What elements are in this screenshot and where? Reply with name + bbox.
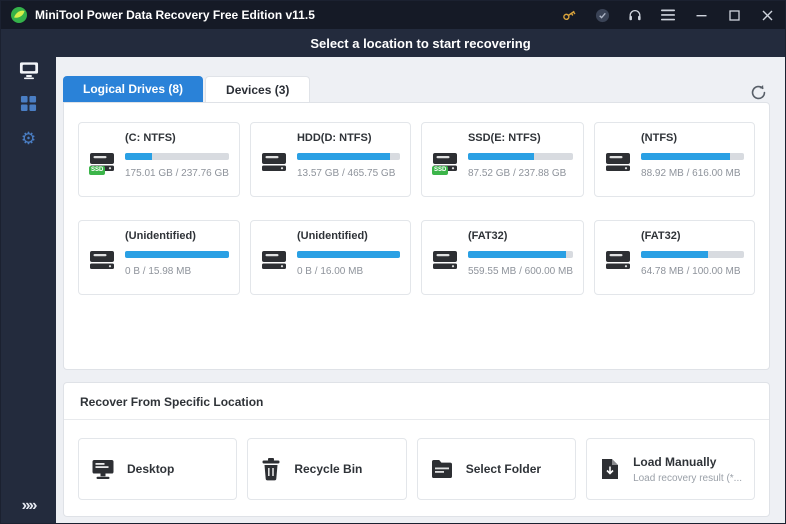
select-folder-card[interactable]: Select Folder — [416, 438, 577, 500]
capacity-bar — [467, 153, 574, 160]
recycle-bin-card[interactable]: Recycle Bin — [247, 438, 407, 500]
specific-location-cards: Desktop Recycle Bin Select Folder Load M… — [64, 420, 769, 516]
drive-card-fat32-1[interactable]: (FAT32) 559.55 MB / 600.00 MB — [420, 220, 585, 295]
specific-location-panel: Recover From Specific Location Desktop R… — [63, 382, 770, 517]
headset-support-icon[interactable] — [626, 6, 644, 24]
drive-size: 87.52 GB / 237.88 GB — [467, 168, 567, 179]
ssd-drive-icon: SSD — [431, 151, 468, 179]
titlebar-actions — [560, 6, 776, 24]
capacity-bar-fill — [125, 153, 153, 160]
drive-card-fat32-2[interactable]: (FAT32) 64.78 MB / 100.00 MB — [594, 220, 755, 295]
sidebar-item-data-recovery[interactable] — [14, 59, 44, 86]
pc-recovery-icon — [19, 61, 39, 85]
sidebar-item-modules[interactable] — [14, 92, 44, 119]
drive-card-c[interactable]: (C: NTFS) SSD 175.01 GB / 237.76 GB — [78, 122, 240, 197]
drive-name: (C: NTFS) — [125, 132, 176, 144]
drive-name: (NTFS) — [641, 132, 678, 144]
ssd-badge: SSD — [89, 166, 106, 176]
capacity-bar — [641, 251, 744, 258]
app-logo-icon — [10, 6, 28, 24]
drive-size: 64.78 MB / 100.00 MB — [641, 266, 741, 277]
load-manually-subtext: Load recovery result (*... — [633, 472, 742, 484]
sidebar-expand-button[interactable]: »» — [22, 497, 38, 515]
capacity-bar — [641, 153, 744, 160]
capacity-bar-fill — [467, 153, 535, 160]
tab-devices[interactable]: Devices (3) — [205, 76, 311, 102]
close-button[interactable] — [758, 6, 776, 24]
drive-size: 175.01 GB / 237.76 GB — [125, 168, 229, 179]
recycle-bin-label: Recycle Bin — [294, 462, 363, 476]
capacity-bar — [296, 251, 400, 258]
page-title: Select a location to start recovering — [310, 35, 531, 51]
load-manually-label: Load Manually — [633, 454, 717, 469]
capacity-bar — [467, 251, 574, 258]
desktop-icon — [91, 458, 115, 481]
drive-name: (Unidentified) — [125, 230, 196, 242]
capacity-bar-fill — [467, 251, 566, 258]
drive-name: SSD(E: NTFS) — [467, 132, 541, 144]
drive-size: 559.55 MB / 600.00 MB — [467, 266, 574, 277]
drive-name: (FAT32) — [641, 230, 681, 242]
main-content: Logical Drives (8) Devices (3) (C: NTFS)… — [56, 57, 785, 523]
titlebar: MiniTool Power Data Recovery Free Editio… — [1, 1, 785, 29]
tab-logical-drives[interactable]: Logical Drives (8) — [63, 76, 204, 102]
load-manually-text: Load Manually Load recovery result (*... — [633, 455, 742, 484]
gear-icon: ⚙ — [20, 129, 37, 148]
hdd-icon — [261, 151, 297, 179]
sidebar: ⚙ »» — [1, 29, 56, 523]
hdd-icon — [89, 249, 125, 277]
hdd-icon — [432, 249, 468, 277]
sidebar-item-settings[interactable]: ⚙ — [14, 125, 44, 152]
drive-name: (Unidentified) — [296, 230, 368, 242]
license-key-icon[interactable] — [556, 2, 581, 27]
hdd-icon — [605, 151, 641, 179]
drive-card-ntfs[interactable]: (NTFS) 88.92 MB / 616.00 MB — [594, 122, 755, 197]
drive-name: (FAT32) — [467, 230, 508, 242]
modules-grid-icon — [20, 95, 37, 117]
window-title: MiniTool Power Data Recovery Free Editio… — [35, 8, 315, 22]
drive-size: 88.92 MB / 616.00 MB — [641, 168, 741, 179]
drive-size: 0 B / 15.98 MB — [125, 266, 192, 277]
ssd-badge: SSD — [431, 166, 449, 176]
minimize-button[interactable] — [692, 6, 710, 24]
recycle-bin-icon — [260, 457, 282, 481]
capacity-bar — [125, 153, 229, 160]
drive-size: 0 B / 16.00 MB — [296, 266, 364, 277]
capacity-bar-fill — [641, 251, 708, 258]
hdd-icon: SSD — [89, 151, 125, 179]
load-manually-card[interactable]: Load Manually Load recovery result (*... — [586, 438, 755, 500]
capacity-bar-fill — [296, 251, 400, 258]
drive-card-d[interactable]: HDD(D: NTFS) 13.57 GB / 465.75 GB — [249, 122, 411, 197]
specific-location-title: Recover From Specific Location — [80, 395, 264, 409]
maximize-button[interactable] — [725, 6, 743, 24]
desktop-card[interactable]: Desktop — [78, 438, 238, 500]
promo-circle-icon[interactable] — [593, 6, 611, 24]
drive-size: 13.57 GB / 465.75 GB — [296, 168, 396, 179]
hdd-icon — [261, 249, 297, 277]
capacity-bar — [296, 153, 400, 160]
drive-card-unidentified-1[interactable]: (Unidentified) 0 B / 15.98 MB — [78, 220, 240, 295]
select-folder-label: Select Folder — [465, 462, 542, 476]
refresh-button[interactable] — [750, 84, 767, 101]
capacity-bar — [125, 251, 229, 258]
drives-grid: (C: NTFS) SSD 175.01 GB / 237.76 GB HDD(… — [78, 122, 755, 295]
tabs-row: Logical Drives (8) Devices (3) — [56, 57, 785, 102]
capacity-bar-fill — [296, 153, 390, 160]
load-manually-icon — [599, 457, 621, 481]
menu-icon[interactable] — [659, 6, 677, 24]
capacity-bar-fill — [125, 251, 229, 258]
desktop-label: Desktop — [127, 462, 175, 476]
app-window: MiniTool Power Data Recovery Free Editio… — [0, 0, 786, 524]
drive-card-unidentified-2[interactable]: (Unidentified) 0 B / 16.00 MB — [249, 220, 411, 295]
logical-drives-panel: (C: NTFS) SSD 175.01 GB / 237.76 GB HDD(… — [63, 102, 770, 370]
hdd-icon — [605, 249, 641, 277]
drive-card-e[interactable]: SSD(E: NTFS) SSD 87.52 GB / 237.88 GB — [420, 122, 585, 197]
folder-icon — [430, 458, 454, 480]
capacity-bar-fill — [641, 153, 730, 160]
page-header: Select a location to start recovering — [56, 29, 785, 57]
drive-name: HDD(D: NTFS) — [296, 132, 372, 144]
